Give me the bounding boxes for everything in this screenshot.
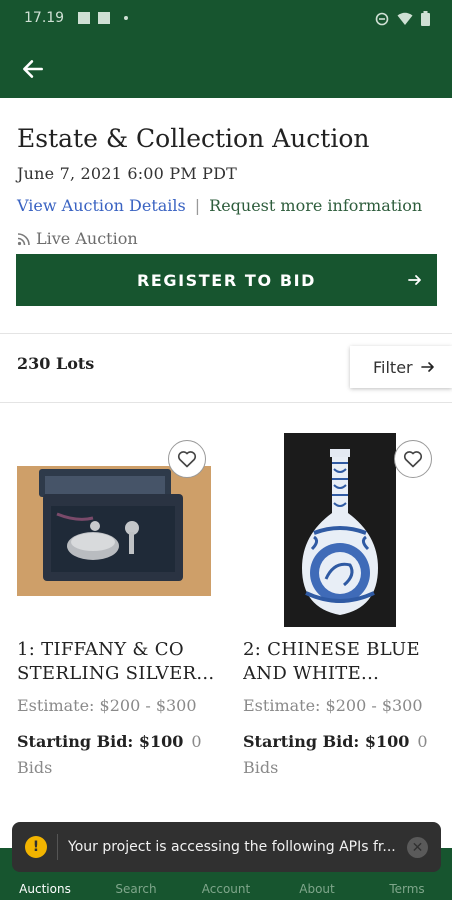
lot-bid-info: Starting Bid: $100 0 xyxy=(243,732,428,751)
filter-button[interactable]: Filter xyxy=(350,346,452,388)
wifi-icon xyxy=(397,12,413,25)
live-auction-label: Live Auction xyxy=(36,229,138,248)
view-auction-details-link[interactable]: View Auction Details xyxy=(17,196,186,215)
favorite-button[interactable] xyxy=(394,440,432,478)
status-bar: 17.19 xyxy=(0,0,452,38)
favorite-button[interactable] xyxy=(168,440,206,478)
app-bar xyxy=(0,38,452,98)
auction-title: Estate & Collection Auction xyxy=(17,124,370,153)
bids-label: Bids xyxy=(17,758,53,777)
lot-title-line-1: 1: TIFFANY & CO xyxy=(17,639,184,660)
request-info-link[interactable]: Request more information xyxy=(209,196,422,215)
lot-title[interactable]: 2: CHINESE BLUE AND WHITE... xyxy=(243,638,443,686)
rss-icon xyxy=(17,232,30,245)
arrow-right-icon xyxy=(420,362,434,372)
bid-count: 0 xyxy=(417,732,428,751)
starting-bid: Starting Bid: $100 xyxy=(17,732,184,751)
lot-bid-info: Starting Bid: $100 0 xyxy=(17,732,202,751)
image-icon xyxy=(78,12,90,24)
lots-count: 230 Lots xyxy=(17,354,95,373)
api-warning-toast[interactable]: ! Your project is accessing the followin… xyxy=(12,822,441,872)
dot-icon xyxy=(124,16,128,20)
lot-estimate: Estimate: $200 - $300 xyxy=(243,696,423,715)
status-time: 17.19 xyxy=(24,10,65,26)
heart-icon xyxy=(177,451,197,468)
battery-icon xyxy=(421,11,430,26)
bid-count: 0 xyxy=(191,732,202,751)
do-not-disturb-icon xyxy=(375,12,389,25)
nav-auctions[interactable]: Auctions xyxy=(0,882,90,896)
auction-date: June 7, 2021 6:00 PM PDT xyxy=(17,164,238,183)
close-icon[interactable]: ✕ xyxy=(407,837,428,858)
filter-label: Filter xyxy=(373,357,413,377)
link-separator: | xyxy=(194,196,201,215)
toast-message: Your project is accessing the following … xyxy=(68,839,396,855)
divider xyxy=(0,333,452,334)
arrow-right-icon xyxy=(408,275,421,285)
lot-image[interactable] xyxy=(284,433,396,627)
register-label: REGISTER TO BID xyxy=(136,270,317,290)
nav-search[interactable]: Search xyxy=(91,882,181,896)
nav-terms[interactable]: Terms xyxy=(362,882,452,896)
lot-title[interactable]: 1: TIFFANY & CO STERLING SILVER... xyxy=(17,638,217,686)
nav-about[interactable]: About xyxy=(272,882,362,896)
square-icon xyxy=(98,12,110,24)
lot-image[interactable] xyxy=(17,466,211,596)
starting-bid: Starting Bid: $100 xyxy=(243,732,410,751)
back-arrow-icon[interactable] xyxy=(20,56,46,82)
lot-estimate: Estimate: $200 - $300 xyxy=(17,696,197,715)
auction-links: View Auction Details | Request more info… xyxy=(17,196,422,215)
live-auction-indicator: Live Auction xyxy=(17,229,138,248)
toast-separator xyxy=(57,834,58,860)
lot-title-line-2: AND WHITE... xyxy=(243,663,380,684)
lot-title-line-2: STERLING SILVER... xyxy=(17,663,215,684)
nav-account[interactable]: Account xyxy=(181,882,271,896)
lot-title-line-1: 2: CHINESE BLUE xyxy=(243,639,420,660)
bids-label: Bids xyxy=(243,758,279,777)
divider xyxy=(0,402,452,403)
register-to-bid-button[interactable]: REGISTER TO BID xyxy=(16,254,437,306)
heart-icon xyxy=(403,451,423,468)
warning-icon: ! xyxy=(25,836,47,858)
